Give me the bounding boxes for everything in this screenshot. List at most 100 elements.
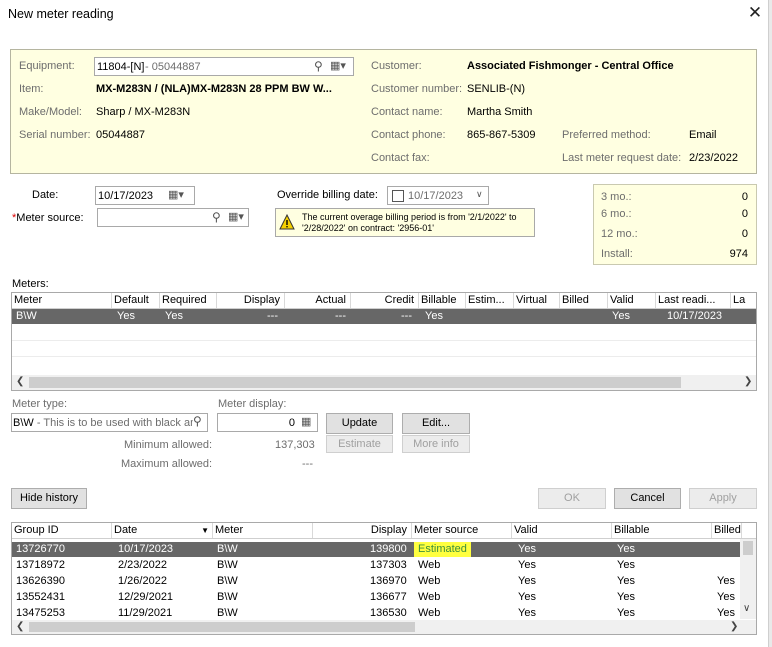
history-vscrollbar[interactable]: ∨: [740, 539, 756, 619]
meters-cell-billable: Yes: [425, 310, 443, 322]
history-row[interactable]: 13475253 11/29/2021 B\W 136530 Web Yes Y…: [12, 606, 740, 621]
row-divider: [12, 340, 756, 341]
meters-label: Meters:: [12, 278, 49, 290]
meters-col-valid[interactable]: Valid: [608, 293, 656, 308]
meter-source-field[interactable]: ⚲ ▦▾: [97, 208, 249, 227]
history-row[interactable]: 13552431 12/29/2021 B\W 136677 Web Yes Y…: [12, 590, 740, 605]
history-cell-source: Web: [418, 591, 441, 603]
chevron-down-icon[interactable]: ∨: [476, 189, 483, 200]
history-cell-display: 139800: [370, 543, 407, 555]
override-date-value: 10/17/2023: [408, 190, 464, 202]
override-checkbox[interactable]: [392, 190, 404, 202]
history-grid[interactable]: Group ID Date ▼ Meter Display Meter sourc…: [11, 522, 757, 635]
meters-col-required[interactable]: Required: [160, 293, 217, 308]
history-col-valid[interactable]: Valid: [512, 523, 612, 538]
lookup-menu-icon[interactable]: ▦▾: [330, 59, 346, 72]
scroll-thumb[interactable]: [743, 541, 753, 555]
history-cell-billable: Yes: [617, 559, 635, 571]
meters-row[interactable]: B\W Yes Yes --- --- --- Yes Yes 10/17/20…: [12, 309, 756, 324]
meters-col-billable[interactable]: Billable: [419, 293, 466, 308]
chevron-down-icon[interactable]: ∨: [743, 603, 750, 614]
history-cell-billable: Yes: [617, 575, 635, 587]
history-row[interactable]: 13718972 2/23/2022 B\W 137303 Web Yes Ye…: [12, 558, 740, 573]
apply-button[interactable]: Apply: [689, 488, 757, 509]
meters-cell-actual: ---: [335, 310, 346, 322]
hide-history-button[interactable]: Hide history: [11, 488, 87, 509]
equipment-field[interactable]: 11804-[N] - 05044887 ⚲ ▦▾: [94, 57, 354, 76]
history-cell-source: Web: [418, 559, 441, 571]
meters-col-default[interactable]: Default: [112, 293, 160, 308]
override-billing-label: Override billing date:: [277, 189, 378, 201]
scroll-thumb[interactable]: [29, 622, 415, 632]
scroll-thumb[interactable]: [29, 377, 681, 388]
ok-button[interactable]: OK: [538, 488, 606, 509]
meters-col-billed[interactable]: Billed: [560, 293, 608, 308]
stat-install-value: 974: [729, 248, 748, 260]
serial-label: Serial number:: [19, 129, 91, 141]
meter-display-label: Meter display:: [218, 398, 287, 410]
stat-6mo-label: 6 mo.:: [601, 208, 632, 220]
make-model-value: Sharp / MX-M283N: [96, 106, 191, 118]
chevron-right-icon[interactable]: ❯: [730, 621, 738, 632]
date-label: Date:: [32, 189, 59, 201]
contact-name-label: Contact name:: [371, 106, 443, 118]
history-cell-date: 2/23/2022: [118, 559, 167, 571]
history-col-meter-source[interactable]: Meter source: [412, 523, 512, 538]
contact-fax-label: Contact fax:: [371, 152, 430, 164]
calculator-icon[interactable]: ▦: [301, 415, 311, 428]
meter-display-input[interactable]: 0 ▦: [217, 413, 318, 432]
history-cell-date: 12/29/2021: [118, 591, 174, 603]
search-icon[interactable]: ⚲: [212, 210, 221, 224]
meters-col-last-reading[interactable]: Last readi...: [656, 293, 731, 308]
meters-col-estimated[interactable]: Estim...: [466, 293, 514, 308]
history-row[interactable]: 13726770 10/17/2023 B\W 139800 Estimated…: [12, 542, 740, 557]
date-picker[interactable]: 10/17/2023 ▦▾: [95, 186, 195, 205]
cancel-button[interactable]: Cancel: [614, 488, 681, 509]
preferred-method-value: Email: [689, 129, 717, 141]
update-button[interactable]: Update: [326, 413, 393, 434]
meters-col-la[interactable]: La: [731, 293, 756, 308]
history-cell-group: 13552431: [16, 591, 65, 603]
history-col-date[interactable]: Date ▼: [112, 523, 213, 538]
history-col-group-id[interactable]: Group ID: [12, 523, 112, 538]
equipment-serial-suffix: - 05044887: [145, 61, 201, 73]
history-col-display[interactable]: Display: [313, 523, 412, 538]
meter-type-field[interactable]: B\W - This is to be used with black an ⚲: [11, 413, 208, 432]
meters-hscrollbar[interactable]: ❮ ❯: [12, 375, 756, 390]
estimate-button[interactable]: Estimate: [326, 435, 393, 453]
lookup-menu-icon[interactable]: ▦▾: [228, 210, 244, 223]
meters-col-actual[interactable]: Actual: [285, 293, 351, 308]
item-label: Item:: [19, 83, 44, 95]
history-cell-date: 11/29/2021: [118, 607, 173, 619]
meters-grid[interactable]: Meter Default Required Display Actual Cr…: [11, 292, 757, 391]
meters-col-virtual[interactable]: Virtual: [514, 293, 560, 308]
history-col-meter[interactable]: Meter: [213, 523, 313, 538]
history-cell-display: 136970: [370, 575, 407, 587]
customer-number-value: SENLIB-(N): [467, 83, 526, 95]
contact-phone-value: 865-867-5309: [467, 129, 536, 141]
edit-button[interactable]: Edit...: [402, 413, 470, 434]
meters-cell-credit: ---: [401, 310, 412, 322]
meters-col-display[interactable]: Display: [217, 293, 285, 308]
search-icon[interactable]: ⚲: [314, 59, 323, 73]
meters-cell-required: Yes: [165, 310, 183, 322]
history-cell-billable: Yes: [617, 591, 635, 603]
search-icon[interactable]: ⚲: [193, 414, 202, 428]
history-col-billable[interactable]: Billable: [612, 523, 712, 538]
history-hscrollbar[interactable]: ❮ ❯: [12, 620, 756, 634]
close-icon[interactable]: ✕: [746, 3, 764, 23]
history-row[interactable]: 13626390 1/26/2022 B\W 136970 Web Yes Ye…: [12, 574, 740, 589]
meter-type-code: B\W: [13, 417, 34, 429]
meters-cell-default: Yes: [117, 310, 135, 322]
chevron-left-icon[interactable]: ❮: [16, 621, 24, 632]
meter-type-description: - This is to be used with black an: [33, 417, 197, 429]
meters-col-credit[interactable]: Credit: [351, 293, 419, 308]
chevron-right-icon[interactable]: ❯: [744, 376, 752, 387]
serial-value: 05044887: [96, 129, 145, 141]
meters-col-meter[interactable]: Meter: [12, 293, 112, 308]
override-billing-picker[interactable]: 10/17/2023 ∨: [387, 186, 489, 205]
calendar-icon[interactable]: ▦▾: [168, 188, 184, 201]
history-col-billed[interactable]: Billed: [712, 523, 742, 538]
chevron-left-icon[interactable]: ❮: [16, 376, 24, 387]
more-info-button[interactable]: More info: [402, 435, 470, 453]
